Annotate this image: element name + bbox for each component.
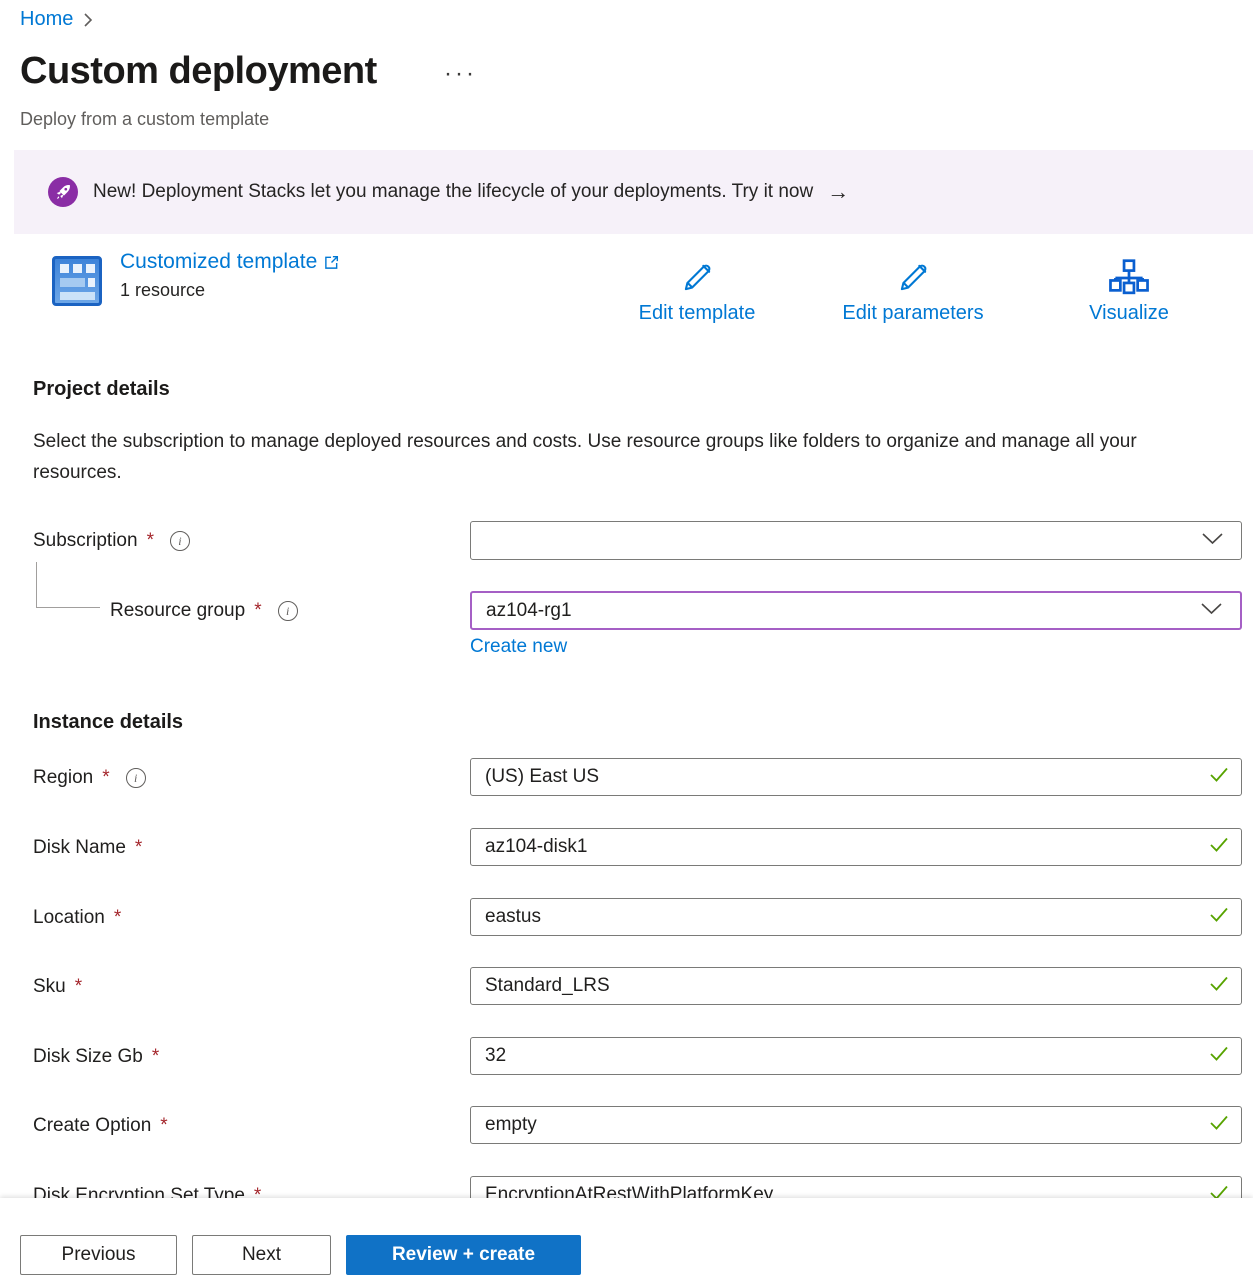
template-resource-count: 1 resource [120, 280, 339, 301]
rocket-icon [48, 177, 78, 207]
required-marker: * [75, 976, 82, 998]
required-marker: * [114, 907, 121, 929]
resource-group-value: az104-rg1 [486, 600, 572, 622]
hierarchy-icon [1108, 256, 1150, 300]
valid-check-icon [1209, 1046, 1229, 1067]
disk-size-value: 32 [485, 1045, 506, 1067]
required-marker: * [135, 837, 142, 859]
subscription-label-text: Subscription [33, 530, 138, 552]
review-create-button[interactable]: Review + create [346, 1235, 581, 1275]
banner-message: New! Deployment Stacks let you manage th… [93, 181, 813, 203]
region-value: (US) East US [485, 766, 599, 788]
disk-size-input[interactable]: 32 [470, 1037, 1242, 1075]
subscription-resource-group-connector [36, 562, 100, 608]
template-icon [50, 254, 104, 313]
template-actions: Edit template Edit parameters Visual [589, 256, 1237, 325]
edit-template-label: Edit template [639, 302, 756, 325]
breadcrumb: Home [20, 8, 93, 31]
valid-check-icon [1209, 767, 1229, 788]
resource-group-label-text: Resource group [110, 600, 245, 622]
info-icon[interactable]: i [126, 768, 146, 788]
info-icon[interactable]: i [278, 601, 298, 621]
location-row: Location * eastus [0, 898, 1253, 938]
create-option-label: Create Option * [33, 1115, 168, 1137]
project-details-heading: Project details [33, 378, 170, 401]
create-option-label-text: Create Option [33, 1115, 151, 1137]
subscription-dropdown[interactable] [470, 521, 1242, 560]
external-link-icon [324, 255, 339, 270]
breadcrumb-home-link[interactable]: Home [20, 8, 73, 31]
deployment-stacks-banner[interactable]: New! Deployment Stacks let you manage th… [14, 150, 1253, 234]
previous-button[interactable]: Previous [20, 1235, 177, 1275]
location-label-text: Location [33, 907, 105, 929]
create-option-value: empty [485, 1114, 537, 1136]
chevron-down-icon [1202, 532, 1223, 550]
sku-input[interactable]: Standard_LRS [470, 967, 1242, 1005]
sku-value: Standard_LRS [485, 975, 610, 997]
pencil-icon [895, 256, 931, 300]
visualize-button[interactable]: Visualize [1021, 256, 1237, 325]
next-button[interactable]: Next [192, 1235, 331, 1275]
info-icon[interactable]: i [170, 531, 190, 551]
page-menu-ellipsis-button[interactable]: ··· [444, 62, 477, 86]
disk-size-label-text: Disk Size Gb [33, 1046, 143, 1068]
disk-size-label: Disk Size Gb * [33, 1046, 159, 1068]
disk-name-input[interactable]: az104-disk1 [470, 828, 1242, 866]
custom-deployment-page: Home Custom deployment ··· Deploy from a… [0, 0, 1253, 1280]
required-marker: * [254, 600, 261, 622]
required-marker: * [152, 1046, 159, 1068]
location-label: Location * [33, 907, 121, 929]
disk-size-row: Disk Size Gb * 32 [0, 1037, 1253, 1077]
resource-group-label: Resource group * i [110, 600, 298, 622]
subscription-label: Subscription * i [33, 530, 190, 552]
instance-details-heading: Instance details [33, 711, 183, 734]
create-new-link[interactable]: Create new [470, 636, 567, 658]
required-marker: * [160, 1115, 167, 1137]
location-value: eastus [485, 906, 541, 928]
edit-parameters-button[interactable]: Edit parameters [805, 256, 1021, 325]
region-row: Region * i (US) East US [0, 758, 1253, 798]
location-input[interactable]: eastus [470, 898, 1242, 936]
required-marker: * [147, 530, 154, 552]
wizard-footer: Previous Next Review + create [0, 1198, 1253, 1280]
valid-check-icon [1209, 837, 1229, 858]
valid-check-icon [1209, 907, 1229, 928]
resource-group-dropdown[interactable]: az104-rg1 [470, 591, 1242, 630]
chevron-down-icon [1201, 602, 1222, 620]
edit-template-button[interactable]: Edit template [589, 256, 805, 325]
sku-label: Sku * [33, 976, 82, 998]
edit-parameters-label: Edit parameters [842, 302, 983, 325]
disk-name-value: az104-disk1 [485, 836, 587, 858]
valid-check-icon [1209, 1115, 1229, 1136]
region-label: Region * i [33, 767, 146, 789]
page-title: Custom deployment [20, 50, 377, 93]
region-label-text: Region [33, 767, 93, 789]
page-subtitle: Deploy from a custom template [20, 109, 269, 130]
create-option-row: Create Option * empty [0, 1106, 1253, 1146]
visualize-label: Visualize [1089, 302, 1169, 325]
sku-label-text: Sku [33, 976, 66, 998]
breadcrumb-chevron-icon [83, 12, 93, 28]
customized-template-link[interactable]: Customized template [120, 250, 339, 274]
create-option-input[interactable]: empty [470, 1106, 1242, 1144]
customized-template-label: Customized template [120, 250, 317, 274]
required-marker: * [102, 767, 109, 789]
pencil-icon [679, 256, 715, 300]
project-details-description: Select the subscription to manage deploy… [33, 426, 1183, 488]
disk-name-row: Disk Name * az104-disk1 [0, 828, 1253, 868]
template-summary: Customized template 1 resource [120, 250, 339, 301]
sku-row: Sku * Standard_LRS [0, 967, 1253, 1007]
disk-name-label-text: Disk Name [33, 837, 126, 859]
arrow-right-icon: → [827, 181, 849, 203]
disk-name-label: Disk Name * [33, 837, 142, 859]
region-input[interactable]: (US) East US [470, 758, 1242, 796]
valid-check-icon [1209, 976, 1229, 997]
